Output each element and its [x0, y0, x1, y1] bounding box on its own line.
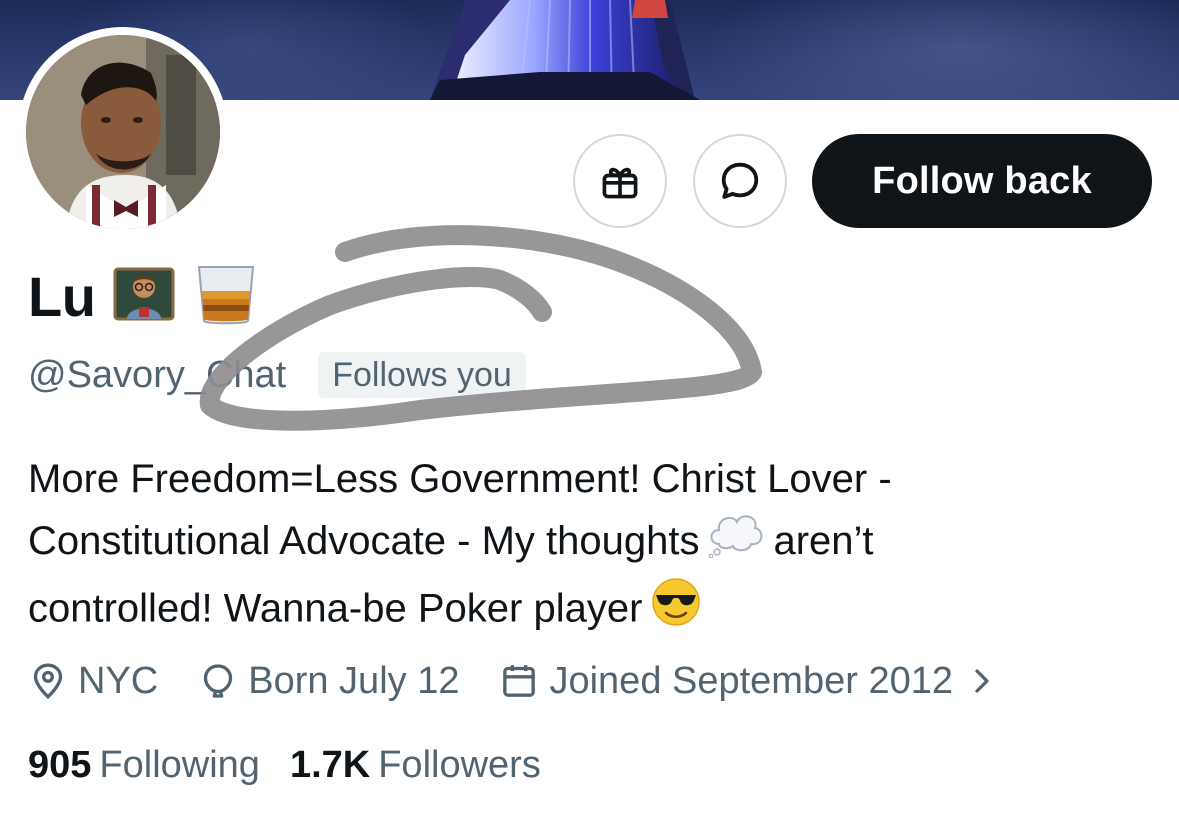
calendar-icon — [503, 665, 536, 697]
bio-line: Constitutional Advocate - My thoughts ar… — [28, 510, 1148, 576]
followers-label: Followers — [378, 743, 541, 786]
teacher-emoji-icon — [113, 263, 175, 330]
joined-text: Joined September 2012 — [549, 659, 953, 702]
bio-line: More Freedom=Less Government! Christ Lov… — [28, 457, 892, 501]
bio-text: controlled! Wanna-be Poker player — [28, 587, 643, 631]
gift-button[interactable] — [573, 134, 667, 228]
bio-text: Constitutional Advocate - My thoughts — [28, 519, 700, 563]
following-count: 905 — [28, 743, 92, 786]
username-handle: @Savory_Chat — [28, 353, 287, 396]
handle-row: @Savory_Chat Follows you — [28, 350, 526, 400]
location-pin-icon — [33, 663, 63, 700]
whiskey-glass-emoji-icon — [193, 261, 259, 332]
gift-icon — [602, 167, 638, 199]
balloon-icon — [204, 664, 233, 698]
following-stat-link[interactable]: 905 Following — [28, 744, 260, 787]
bio-text: aren’t — [773, 519, 874, 563]
follow-stats-row: 905 Following 1.7K Followers — [28, 740, 571, 790]
profile-bio: More Freedom=Less Government! Christ Lov… — [28, 448, 1148, 646]
thought-balloon-emoji-icon — [707, 510, 765, 576]
message-icon — [721, 162, 759, 199]
location-item: NYC — [28, 660, 158, 703]
chevron-right-icon[interactable] — [967, 661, 997, 701]
followers-count: 1.7K — [289, 743, 371, 786]
follow-back-button[interactable]: Follow back — [812, 134, 1152, 228]
profile-meta-row: NYC Born July 12 Joined September 2012 — [28, 654, 997, 708]
follows-you-badge: Follows you — [318, 352, 526, 398]
followers-stat-link[interactable]: 1.7K Followers — [290, 744, 541, 787]
following-label: Following — [99, 743, 260, 786]
joined-item[interactable]: Joined September 2012 — [499, 660, 953, 703]
avatar-photo — [26, 35, 220, 229]
bio-line: controlled! Wanna-be Poker player — [28, 576, 1148, 646]
avatar[interactable] — [26, 35, 220, 229]
birthday-item: Born July 12 — [198, 660, 459, 703]
message-button[interactable] — [693, 134, 787, 228]
empire-state-building-image — [430, 0, 700, 100]
location-text: NYC — [78, 659, 159, 702]
birthday-text: Born July 12 — [248, 659, 460, 702]
profile-name-row: Lu — [28, 260, 259, 332]
sunglasses-face-emoji-icon — [650, 576, 702, 646]
banner-sky-glow — [700, 0, 1179, 100]
display-name: Lu — [28, 264, 96, 328]
